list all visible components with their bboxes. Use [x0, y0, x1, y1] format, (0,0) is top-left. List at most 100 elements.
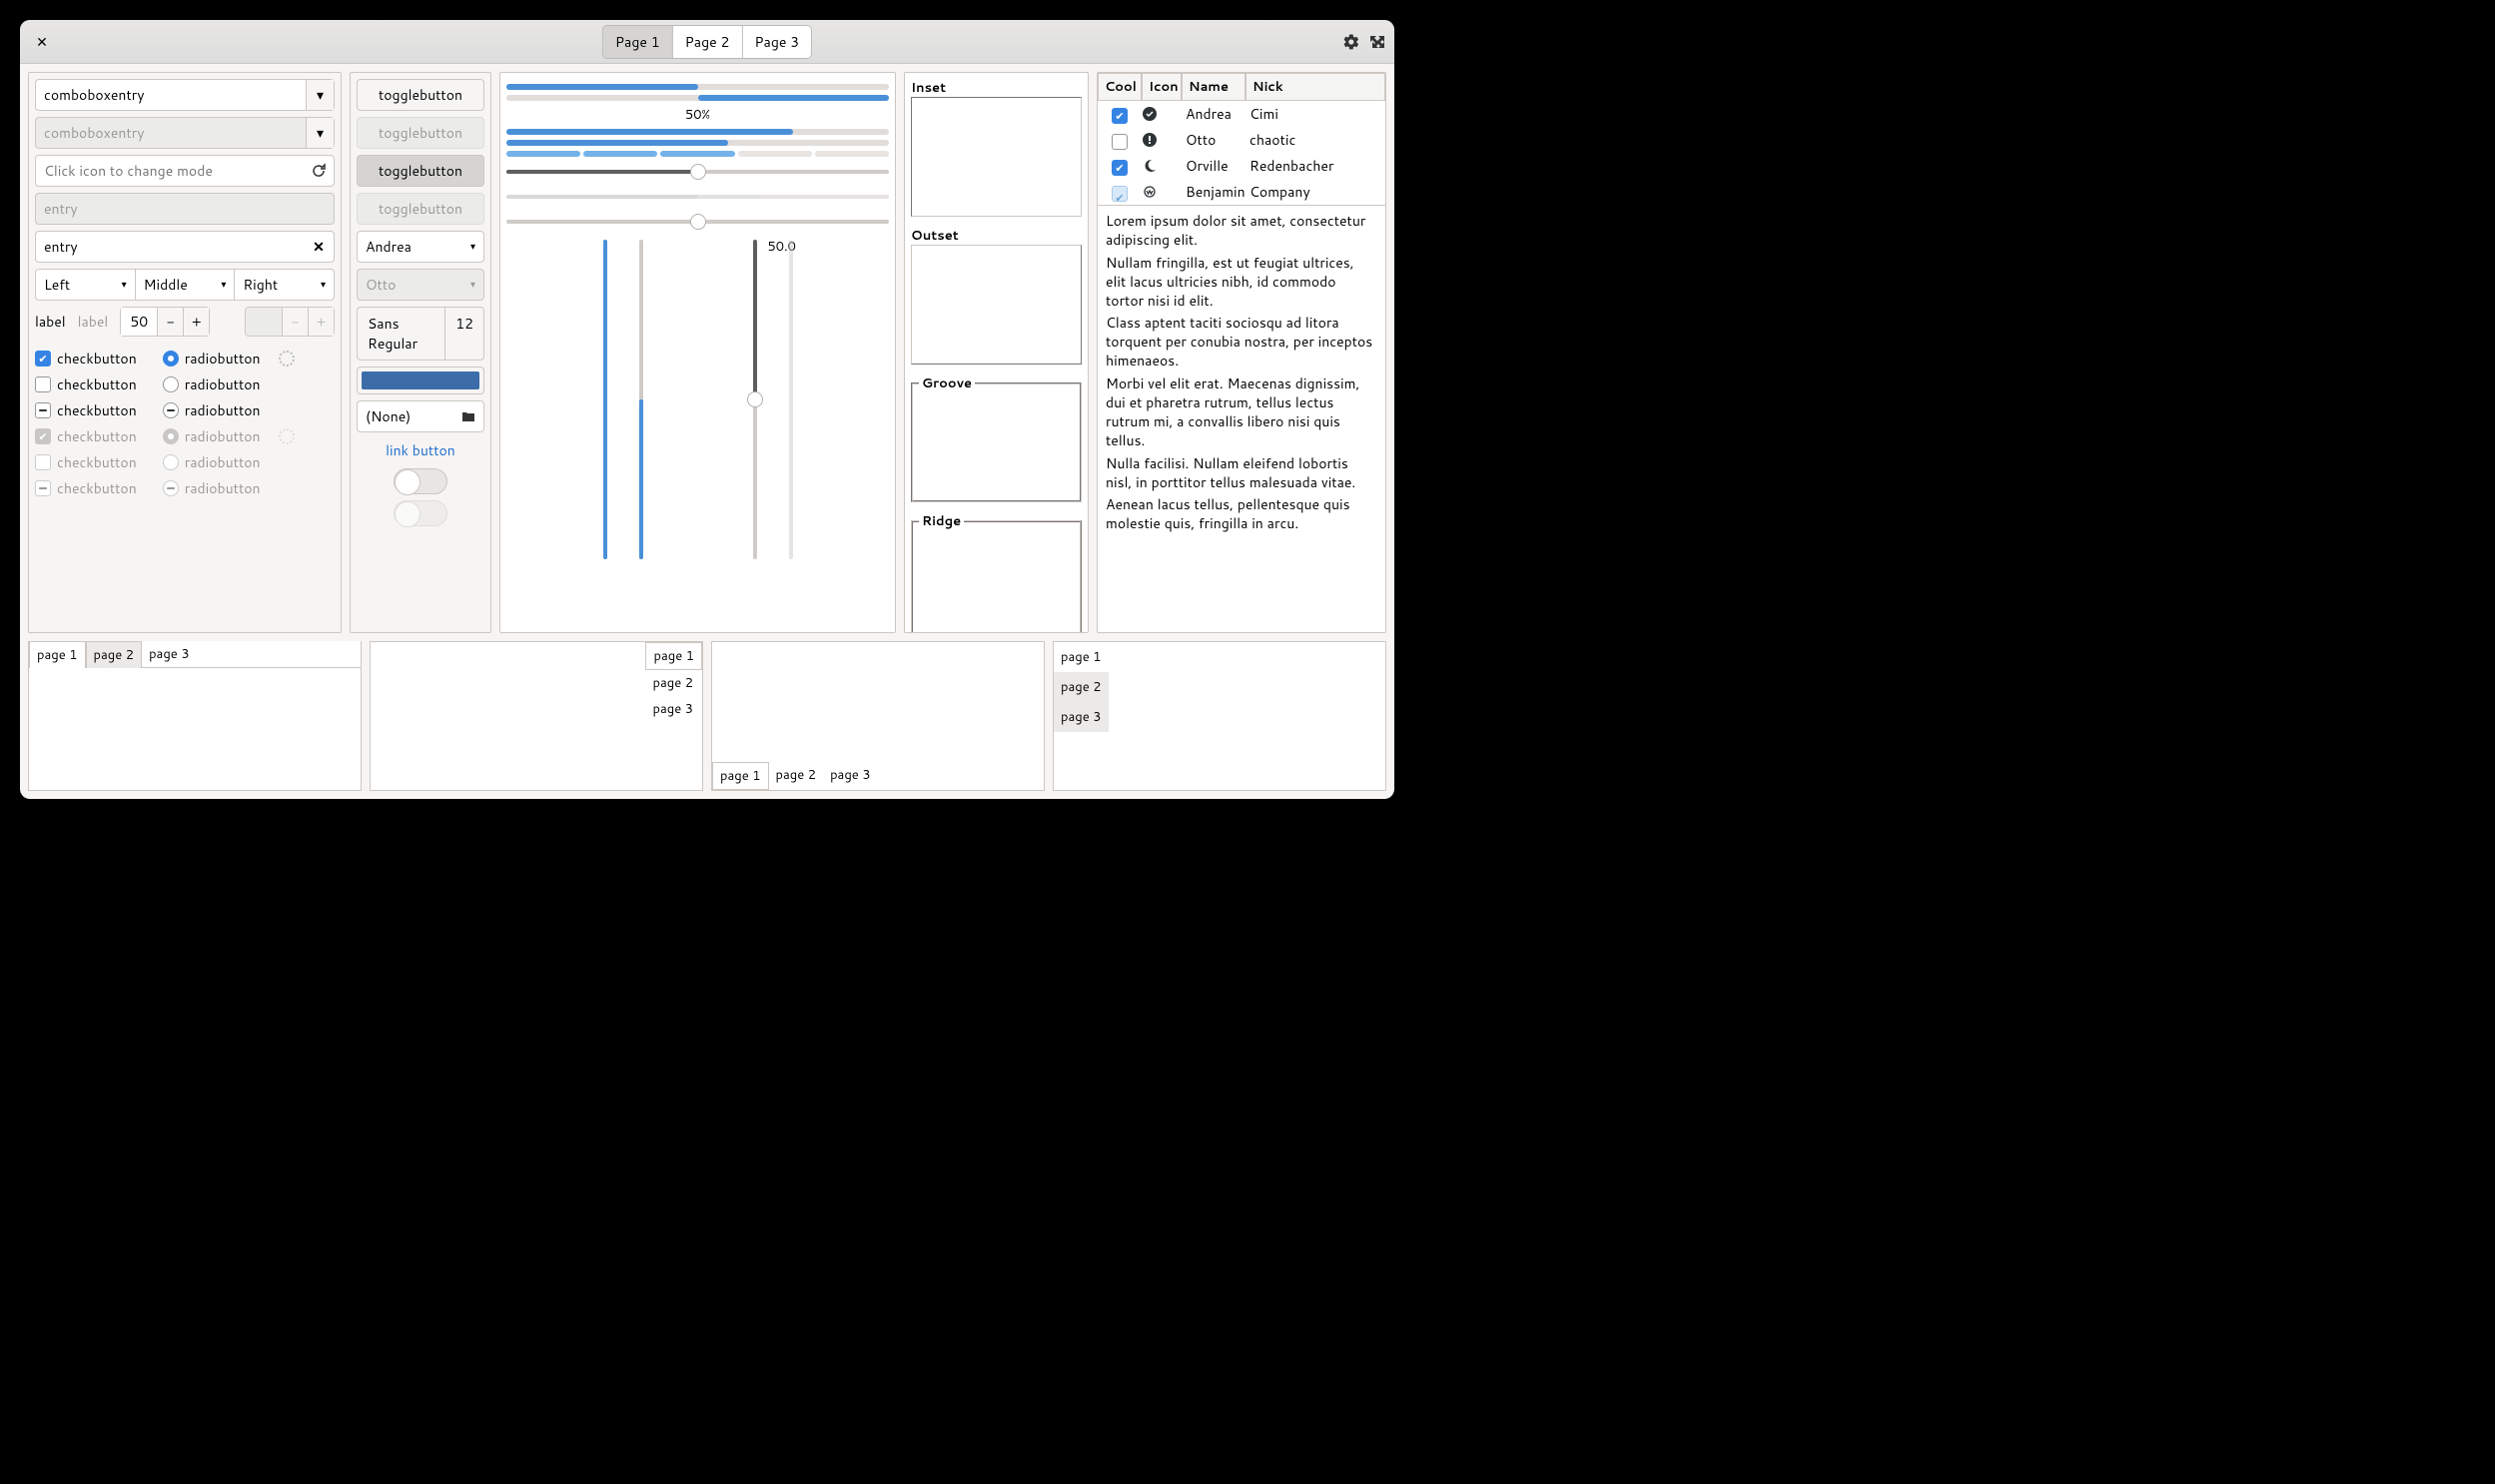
- nb-tab-1[interactable]: page 1: [712, 762, 769, 790]
- mode-entry-input[interactable]: [36, 161, 304, 181]
- spin-minus-disabled: −: [282, 308, 308, 336]
- row-checkbox[interactable]: [1112, 160, 1128, 176]
- th-icon[interactable]: Icon: [1142, 73, 1182, 101]
- spin-plus-disabled: +: [308, 308, 334, 336]
- row-nick: Company: [1246, 182, 1385, 202]
- togglebutton-active[interactable]: togglebutton: [357, 155, 484, 187]
- table-row[interactable]: Andrea Cimi: [1098, 101, 1385, 127]
- radio-inconsistent[interactable]: [163, 402, 179, 418]
- mode-entry[interactable]: [35, 155, 335, 187]
- checkbox-unchecked[interactable]: [35, 376, 51, 392]
- segment-middle[interactable]: Middle: [136, 269, 235, 301]
- checkbox-inconsistent[interactable]: [35, 402, 51, 418]
- treeview[interactable]: Cool Icon Name Nick Andrea Cimi: [1098, 73, 1385, 205]
- header-tab-switcher: Page 1 Page 2 Page 3: [602, 25, 812, 59]
- expand-icon: [1370, 34, 1386, 50]
- scale-h-1[interactable]: [506, 162, 889, 182]
- nb-tab-1[interactable]: page 1: [29, 641, 86, 668]
- settings-button[interactable]: [1342, 33, 1360, 51]
- text-paragraph: Morbi vel elit erat. Maecenas dignissim,…: [1106, 374, 1377, 450]
- togglebutton-disabled-2: togglebutton: [357, 193, 484, 225]
- titlebar: ✕ Page 1 Page 2 Page 3: [20, 20, 1394, 64]
- radio-unchecked[interactable]: [163, 376, 179, 392]
- segmented-dropdowns: Left Middle Right: [35, 269, 335, 301]
- comboboxentry-1[interactable]: ▾: [35, 79, 335, 111]
- nb-tab-2[interactable]: page 2: [769, 762, 824, 790]
- table-row[interactable]: Benjamin Company: [1098, 179, 1385, 205]
- progressbar-1: [506, 84, 889, 90]
- radio-label: radiobutton: [185, 374, 261, 394]
- notebook-row: page 1 page 2 page 3 page 1 page 2 page …: [28, 641, 1386, 791]
- radio-checked-disabled: [163, 428, 179, 444]
- spinbutton-input[interactable]: [121, 308, 157, 336]
- radio-label: radiobutton: [185, 400, 261, 420]
- spinbutton[interactable]: − +: [120, 307, 210, 337]
- row-checkbox[interactable]: [1112, 134, 1128, 150]
- radio-inconsistent-disabled: [163, 480, 179, 496]
- row-checkbox[interactable]: [1112, 186, 1128, 202]
- close-button[interactable]: ✕: [28, 28, 56, 56]
- fullscreen-button[interactable]: [1370, 34, 1386, 50]
- comboboxentry-1-input[interactable]: [36, 80, 306, 110]
- spin-plus[interactable]: +: [183, 308, 209, 336]
- header-tab-page1[interactable]: Page 1: [603, 26, 673, 58]
- nb-tab-1[interactable]: page 1: [1054, 642, 1109, 672]
- vscale-3[interactable]: 50.0: [746, 240, 764, 559]
- checkbox-inconsistent-disabled: [35, 480, 51, 496]
- clear-icon[interactable]: ✕: [304, 237, 334, 257]
- vscale-1[interactable]: [596, 240, 614, 559]
- row-name: Orville: [1182, 156, 1246, 176]
- nb-tab-3[interactable]: page 3: [823, 762, 878, 790]
- combo-andrea[interactable]: Andrea: [357, 231, 484, 263]
- th-name[interactable]: Name: [1182, 73, 1246, 101]
- vscale-2[interactable]: [632, 240, 650, 559]
- togglebutton-1[interactable]: togglebutton: [357, 79, 484, 111]
- header-tab-page3[interactable]: Page 3: [742, 26, 811, 58]
- nb-tab-2[interactable]: page 2: [1054, 672, 1109, 702]
- nb-tab-3[interactable]: page 3: [142, 641, 197, 668]
- checkbox-label: checkbutton: [57, 400, 137, 420]
- notebook-left-tabs: page 1 page 2 page 3: [1053, 641, 1386, 791]
- checkbox-checked-disabled: ✔: [35, 428, 51, 444]
- header-tab-page2[interactable]: Page 2: [673, 26, 743, 58]
- entry-with-clear[interactable]: ✕: [35, 231, 335, 263]
- frame-groove: Groove: [911, 382, 1082, 502]
- vscale-4: [782, 240, 800, 559]
- checkbox-checked[interactable]: ✔: [35, 351, 51, 367]
- refresh-icon[interactable]: [304, 163, 334, 179]
- table-row[interactable]: Otto chaotic: [1098, 127, 1385, 153]
- switch-disabled: [394, 500, 447, 526]
- nb-tab-3[interactable]: page 3: [645, 696, 702, 722]
- segment-right[interactable]: Right: [234, 269, 335, 301]
- column-buttons: togglebutton togglebutton togglebutton t…: [350, 72, 491, 633]
- scale-h-2[interactable]: [506, 212, 889, 232]
- nb-tab-3[interactable]: page 3: [1054, 702, 1109, 732]
- nb-tab-2[interactable]: page 2: [86, 641, 143, 668]
- th-nick[interactable]: Nick: [1246, 73, 1385, 101]
- nb-tab-2[interactable]: page 2: [645, 670, 702, 696]
- switch-off[interactable]: [394, 468, 447, 494]
- alert-icon: [1142, 132, 1182, 148]
- font-button[interactable]: Sans Regular 12: [357, 307, 484, 361]
- font-name: Sans Regular: [358, 308, 444, 360]
- row-checkbox[interactable]: [1112, 108, 1128, 124]
- segment-left[interactable]: Left: [35, 269, 136, 301]
- row-name: Andrea: [1182, 104, 1246, 124]
- radio-label: radiobutton: [185, 349, 261, 369]
- nb-tab-1[interactable]: page 1: [645, 642, 702, 670]
- checkbox-label: checkbutton: [57, 426, 137, 446]
- radio-checked[interactable]: [163, 351, 179, 367]
- table-row[interactable]: Orville Redenbacher: [1098, 153, 1385, 179]
- comboboxentry-2-disabled: ▾: [35, 117, 335, 149]
- spinner-icon: [279, 428, 295, 444]
- color-button[interactable]: [357, 367, 484, 394]
- file-chooser-button[interactable]: (None): [357, 400, 484, 432]
- chevron-down-icon[interactable]: ▾: [306, 80, 334, 110]
- color-swatch: [362, 371, 479, 389]
- textview[interactable]: Lorem ipsum dolor sit amet, consectetur …: [1098, 205, 1385, 632]
- entry-clear-input[interactable]: [36, 237, 304, 257]
- vertical-scales: 50.0: [506, 240, 889, 559]
- th-cool[interactable]: Cool: [1098, 73, 1142, 101]
- link-button[interactable]: link button: [357, 438, 484, 462]
- spin-minus[interactable]: −: [157, 308, 183, 336]
